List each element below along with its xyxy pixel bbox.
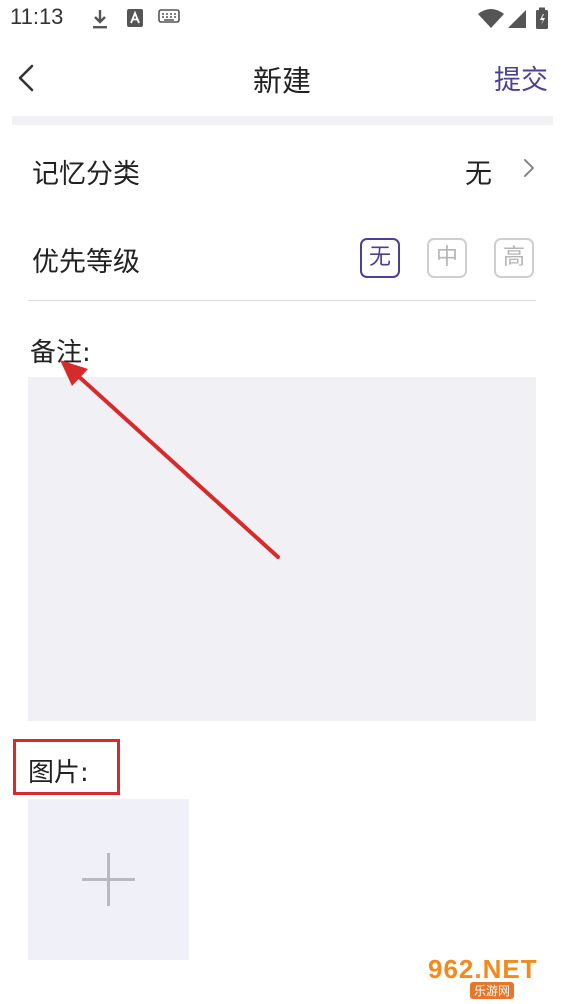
battery-icon [536,7,548,29]
memory-category-label: 记忆分类 [32,159,140,190]
watermark-bottom: 乐游网 [470,982,515,999]
status-time: 11:13 [10,4,64,29]
priority-option-medium[interactable]: 中 [427,238,467,278]
a-badge-icon [126,8,144,32]
wifi-icon [478,9,504,28]
header: 新建 提交 [0,38,564,118]
note-input[interactable] [28,377,536,721]
memory-category-value: 无 [465,159,492,190]
submit-button[interactable]: 提交 [494,58,548,97]
annotation-highlight-box [13,739,120,795]
chevron-right-icon [522,156,536,184]
status-right-icons [476,6,554,36]
top-divider [12,116,553,125]
download-icon [90,8,110,34]
priority-option-none[interactable]: 无 [360,238,400,278]
priority-label: 优先等级 [32,247,140,278]
memory-category-row[interactable]: 记忆分类 无 [28,138,536,202]
priority-option-high[interactable]: 高 [494,238,534,278]
page-title: 新建 [252,64,311,98]
watermark-top: 962.NET [428,954,538,984]
keyboard-icon [158,8,180,28]
priority-row: 优先等级 无 中 高 [28,226,536,290]
watermark-logo: 962.NET 乐游网 [428,954,558,999]
add-image-button[interactable] [28,799,189,960]
status-bar: 11:13 [0,0,564,38]
divider [28,300,536,301]
signal-icon [508,10,526,28]
plus-icon [82,853,135,906]
note-label: 备注: [30,338,91,368]
